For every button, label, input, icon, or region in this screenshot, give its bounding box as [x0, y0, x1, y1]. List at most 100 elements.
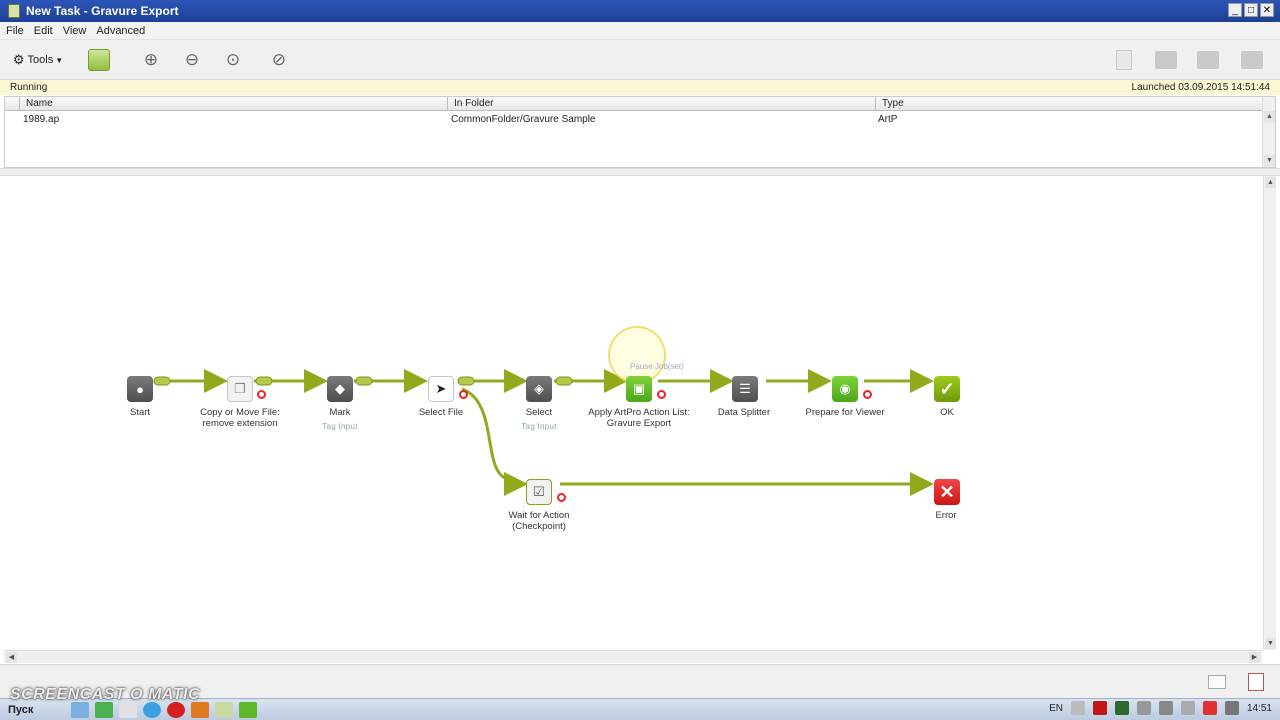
error-dot — [557, 493, 566, 502]
node-data-splitter[interactable]: ☰ — [732, 376, 758, 402]
error-dot — [657, 390, 666, 399]
zoom-fit-button[interactable]: ⊙ — [222, 48, 244, 72]
node-error[interactable]: ✕ — [934, 479, 960, 505]
tag-search-icon: ◈ — [534, 381, 544, 396]
checkmark-icon: ✓ — [939, 378, 955, 399]
column-folder[interactable]: In Folder — [447, 97, 875, 111]
label-apply: Apply ArtPro Action List: Gravure Export — [588, 407, 690, 429]
scroll-right-icon[interactable]: ▶ — [1249, 652, 1260, 663]
comment-button[interactable] — [1154, 48, 1178, 72]
flow-icon — [88, 49, 110, 71]
file-table: Name In Folder Type 1989.ap CommonFolder… — [4, 96, 1276, 168]
start-label: Пуск — [8, 703, 34, 716]
node-prepare-viewer[interactable]: ◉ — [832, 376, 858, 402]
scroll-down-icon[interactable]: ▼ — [1264, 155, 1275, 166]
node-apply-artpro[interactable]: ▣ — [626, 376, 652, 402]
flow-canvas: Pause Job(set) ● Start ❐ Copy or Move Fi… — [4, 176, 1276, 664]
minimize-button[interactable]: _ — [1228, 3, 1242, 17]
label-prepare: Prepare for Viewer — [805, 407, 885, 418]
tag-icon: ◆ — [335, 381, 345, 396]
taskbar-app-icon[interactable] — [239, 701, 258, 718]
scroll-up-icon[interactable]: ▲ — [1264, 111, 1275, 122]
clock[interactable]: 14:51 — [1247, 703, 1272, 714]
menu-advanced[interactable]: Advanced — [96, 25, 145, 37]
comment-icon — [1155, 51, 1177, 69]
cell-name: 1989.ap — [23, 114, 60, 125]
document-button[interactable] — [1114, 48, 1134, 72]
column-name[interactable]: Name — [19, 97, 447, 111]
zoom-out-button[interactable]: ⊖ — [181, 48, 203, 72]
table-header: Name In Folder Type — [5, 97, 1263, 111]
flow-icon-button[interactable] — [88, 48, 110, 72]
label-copy: Copy or Move File: remove extension — [200, 407, 280, 429]
tray-icon[interactable] — [1180, 701, 1195, 715]
label-splitter: Data Splitter — [717, 407, 771, 418]
menu-file[interactable]: File — [6, 25, 24, 37]
tray-icon[interactable] — [1070, 701, 1085, 715]
gear-icon: ⚙ — [12, 52, 25, 67]
comment-alt-button[interactable] — [1196, 48, 1220, 72]
table-row[interactable]: 1989.ap CommonFolder/Gravure Sample ArtP — [5, 113, 1263, 127]
status-text: Running — [10, 82, 48, 93]
table-scrollbar[interactable]: ▲ ▼ — [1262, 97, 1275, 167]
clipboard-icon[interactable] — [1248, 673, 1264, 691]
menu-view[interactable]: View — [63, 25, 87, 37]
app-icon — [8, 4, 20, 18]
tray-icon[interactable] — [1136, 701, 1151, 715]
zoom-in-icon: ⊕ — [143, 50, 159, 69]
label-mark: Mark — [329, 407, 351, 418]
scroll-up-icon[interactable]: ▲ — [1265, 177, 1276, 188]
speaker-icon[interactable] — [1224, 701, 1239, 715]
scroll-left-icon[interactable]: ◀ — [6, 652, 17, 663]
list-icon — [1241, 51, 1263, 69]
canvas-horizontal-scrollbar[interactable]: ◀ ▶ — [4, 650, 1262, 663]
node-select-file[interactable]: ➤ — [428, 376, 454, 402]
node-select[interactable]: ◈ — [526, 376, 552, 402]
tray-icon[interactable] — [1092, 701, 1107, 715]
checkpoint-icon: ☑ — [533, 484, 545, 499]
document-icon — [1116, 50, 1132, 70]
close-button[interactable]: ✕ — [1260, 3, 1274, 17]
cell-folder: CommonFolder/Gravure Sample — [451, 114, 596, 125]
scroll-down-icon[interactable]: ▼ — [1265, 638, 1276, 649]
tools-menu-button[interactable]: ⚙ Tools ▼ — [8, 48, 68, 72]
node-ok[interactable]: ✓ — [934, 376, 960, 402]
tray-icon[interactable] — [1114, 701, 1129, 715]
error-dot — [459, 390, 468, 399]
node-copy[interactable]: ❐ — [227, 376, 253, 402]
label-start: Start — [129, 407, 151, 418]
node-mark[interactable]: ◆ — [327, 376, 353, 402]
tray-icon[interactable] — [1202, 701, 1217, 715]
sublabel-select: Tag Input — [521, 422, 557, 431]
x-icon: ✕ — [939, 481, 955, 502]
sublabel-mark: Tag Input — [322, 422, 358, 431]
menu-edit[interactable]: Edit — [34, 25, 53, 37]
chevron-down-icon: ▼ — [55, 55, 64, 65]
comment-alt-icon — [1197, 51, 1219, 69]
zoom-in-button[interactable]: ⊕ — [140, 48, 162, 72]
zoom-fit-icon: ⊙ — [225, 50, 241, 69]
node-wait-checkpoint[interactable]: ☑ — [526, 479, 552, 505]
list-button[interactable] — [1240, 48, 1264, 72]
menu-bar: File Edit View Advanced — [0, 22, 1280, 40]
cancel-button[interactable]: ⊘ — [268, 48, 290, 72]
maximize-button[interactable]: □ — [1244, 3, 1258, 17]
language-indicator[interactable]: EN — [1049, 703, 1063, 714]
label-select: Select — [525, 407, 553, 418]
system-tray: EN 14:51 — [1049, 701, 1272, 715]
taskbar-app-icon[interactable] — [215, 701, 234, 718]
connector-selectfile-wait[interactable] — [461, 387, 528, 496]
viewer-icon: ◉ — [839, 381, 851, 396]
node-start[interactable]: ● — [127, 376, 153, 402]
label-select-file: Select File — [418, 407, 464, 418]
panel-splitter[interactable] — [0, 168, 1280, 176]
title-bar: New Task - Gravure Export _ □ ✕ — [0, 0, 1280, 22]
column-type[interactable]: Type — [875, 97, 1263, 111]
label-error: Error — [935, 510, 957, 521]
window-icon[interactable] — [1208, 675, 1226, 689]
label-ok: OK — [940, 407, 954, 418]
zoom-out-icon: ⊖ — [184, 50, 200, 69]
tray-icon[interactable] — [1158, 701, 1173, 715]
watermark: SCREENCAST O MATIC — [10, 686, 201, 703]
canvas-vertical-scrollbar[interactable]: ▲ ▼ — [1263, 176, 1276, 650]
